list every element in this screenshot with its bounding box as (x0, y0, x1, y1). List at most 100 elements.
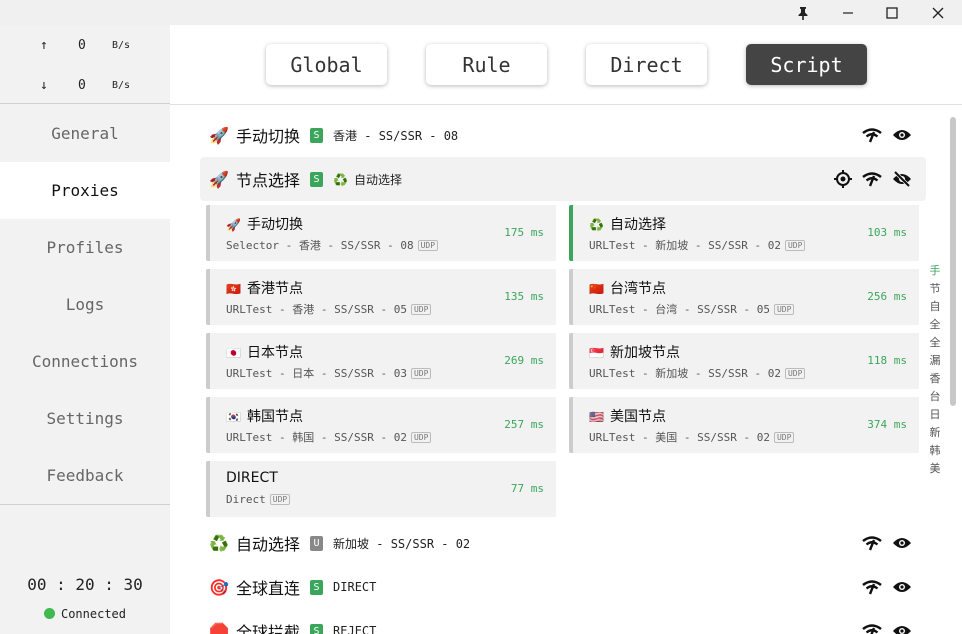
minimize-icon[interactable] (826, 0, 870, 25)
group-selected-text: DIRECT (333, 580, 377, 594)
proxy-name-text: 日本节点 (246, 345, 303, 361)
proxy-detail: URLTest - 韩国 - SS/SSR - 02 UDP (226, 429, 432, 445)
sidebar-item-general[interactable]: General (0, 105, 170, 162)
eye-icon[interactable] (892, 579, 912, 595)
proxy-delay[interactable]: 257 ms (504, 418, 544, 431)
proxy-delay[interactable]: 374 ms (867, 418, 907, 431)
group-index-letter[interactable]: 韩 (927, 442, 943, 460)
proxy-detail-text: URLTest - 新加坡 - SS/SSR - 02 (589, 239, 781, 252)
sidebar-item-settings[interactable]: Settings (0, 390, 170, 447)
proxy-flag-icon: 🇺🇸 (589, 410, 604, 424)
proxy-group[interactable]: 🎯 全球直连 S DIRECT (200, 565, 926, 609)
delay-test-icon[interactable] (862, 127, 882, 143)
delay-test-icon[interactable] (862, 171, 882, 187)
proxy-name: 🇰🇷 韩国节点 (226, 406, 303, 426)
proxy-detail: URLTest - 新加坡 - SS/SSR - 02 UDP (589, 237, 806, 253)
eye-icon[interactable] (892, 127, 912, 143)
proxy-delay[interactable]: 103 ms (867, 226, 907, 239)
proxy-card-body: DIRECT Direct UDP 77 ms (216, 461, 556, 517)
mode-bar: Global Rule Direct Script (170, 25, 962, 105)
scrollbar[interactable] (948, 117, 958, 634)
close-icon[interactable] (916, 0, 960, 25)
proxy-delay[interactable]: 175 ms (504, 226, 544, 239)
maximize-icon[interactable] (870, 0, 914, 25)
group-index[interactable]: 手节自全全漏香台日新韩美 (927, 262, 943, 478)
proxy-delay[interactable]: 77 ms (511, 482, 544, 495)
proxy-group[interactable]: ♻️ 自动选择 U 新加坡 - SS/SSR - 02 (200, 521, 926, 565)
proxy-delay[interactable]: 118 ms (867, 354, 907, 367)
selected-icon: ♻️ (333, 172, 348, 187)
group-index-letter[interactable]: 新 (927, 424, 943, 442)
sidebar-item-profiles[interactable]: Profiles (0, 219, 170, 276)
proxy-card[interactable]: DIRECT Direct UDP 77 ms (206, 461, 556, 517)
group-index-letter[interactable]: 漏 (927, 352, 943, 370)
group-type-badge: S (310, 623, 324, 634)
sidebar-item-connections[interactable]: Connections (0, 333, 170, 390)
group-index-letter[interactable]: 台 (927, 388, 943, 406)
delay-test-icon[interactable] (862, 579, 882, 595)
proxy-card[interactable]: ♻️ 自动选择 URLTest - 新加坡 - SS/SSR - 02 UDP 103 … (569, 205, 919, 261)
proxy-name-text: 新加坡节点 (609, 345, 680, 361)
sidebar-item-proxies[interactable]: Proxies (0, 162, 170, 219)
sidebar-item-feedback[interactable]: Feedback (0, 447, 170, 504)
proxy-group[interactable]: 🚀 节点选择 S ♻️ 自动选择 (200, 157, 926, 201)
proxy-detail-text: URLTest - 香港 - SS/SSR - 05 (226, 303, 407, 316)
group-index-letter[interactable]: 手 (927, 262, 943, 280)
title-bar (0, 0, 962, 25)
locate-icon[interactable] (834, 170, 852, 188)
eye-icon[interactable] (892, 623, 912, 634)
udp-badge: UDP (773, 432, 795, 443)
group-index-letter[interactable]: 香 (927, 370, 943, 388)
proxy-card[interactable]: 🇰🇷 韩国节点 URLTest - 韩国 - SS/SSR - 02 UDP 257 m… (206, 397, 556, 453)
sidebar-item-logs[interactable]: Logs (0, 276, 170, 333)
proxy-delay[interactable]: 269 ms (504, 354, 544, 367)
proxy-card[interactable]: 🇯🇵 日本节点 URLTest - 日本 - SS/SSR - 03 UDP 269 m… (206, 333, 556, 389)
group-index-letter[interactable]: 节 (927, 280, 943, 298)
group-index-letter[interactable]: 全 (927, 334, 943, 352)
proxy-card[interactable]: 🇺🇸 美国节点 URLTest - 美国 - SS/SSR - 02 UDP 374 m… (569, 397, 919, 453)
proxy-card-body: ♻️ 自动选择 URLTest - 新加坡 - SS/SSR - 02 UDP 103 … (579, 205, 919, 261)
group-index-letter[interactable]: 美 (927, 460, 943, 478)
delay-test-icon[interactable] (862, 535, 882, 551)
group-selected: ♻️ 自动选择 (333, 171, 402, 188)
udp-badge: UDP (410, 432, 432, 443)
proxy-flag-icon: 🇯🇵 (226, 346, 241, 360)
proxy-card[interactable]: 🇭🇰 香港节点 URLTest - 香港 - SS/SSR - 05 UDP 135 m… (206, 269, 556, 325)
proxy-card[interactable]: 🇨🇳 台湾节点 URLTest - 台湾 - SS/SSR - 05 UDP 256 m… (569, 269, 919, 325)
mode-global-button[interactable]: Global (266, 44, 387, 85)
scrollbar-thumb[interactable] (950, 117, 956, 406)
group-index-letter[interactable]: 日 (927, 406, 943, 424)
mode-direct-button[interactable]: Direct (586, 44, 707, 85)
proxy-card[interactable]: 🚀 手动切换 Selector - 香港 - SS/SSR - 08 UDP 175 m… (206, 205, 556, 261)
status-dot-icon (43, 608, 55, 619)
group-index-letter[interactable]: 全 (927, 316, 943, 334)
udp-badge: UDP (784, 240, 806, 251)
proxy-name: 🇨🇳 台湾节点 (589, 278, 666, 298)
proxy-delay[interactable]: 256 ms (867, 290, 907, 303)
pin-icon[interactable] (781, 0, 825, 25)
proxy-flag-icon: 🇸🇬 (589, 346, 604, 360)
group-index-letter[interactable]: 自 (927, 298, 943, 316)
proxy-group[interactable]: 🚀 手动切换 S 香港 - SS/SSR - 08 (200, 113, 926, 157)
group-icon: 🛑 (209, 621, 229, 634)
proxy-detail: URLTest - 香港 - SS/SSR - 05 UDP (226, 301, 432, 317)
proxy-detail-text: URLTest - 美国 - SS/SSR - 02 (589, 431, 770, 444)
proxy-list[interactable]: 🚀 手动切换 S 香港 - SS/SSR - 08 🚀 节点选择 S ♻️ 自动选择 ♻️ 自动选择… (170, 105, 962, 634)
proxy-delay[interactable]: 135 ms (504, 290, 544, 303)
proxy-flag-icon: ♻️ (589, 218, 604, 232)
delay-test-icon[interactable] (862, 623, 882, 634)
eye-off-icon[interactable] (892, 171, 912, 187)
proxy-group[interactable]: 🛑 全球拦截 S REJECT (200, 609, 926, 634)
connection-status: Connected (0, 607, 170, 621)
proxy-card[interactable]: 🇸🇬 新加坡节点 URLTest - 新加坡 - SS/SSR - 02 UDP 118… (569, 333, 919, 389)
mode-script-button[interactable]: Script (746, 44, 867, 85)
proxy-name-text: 韩国节点 (246, 409, 303, 425)
sidebar: ↑ 0 B/s ↓ 0 B/s General Proxies Profiles Lo… (0, 25, 170, 634)
proxy-detail-text: URLTest - 台湾 - SS/SSR - 05 (589, 303, 770, 316)
upload-speed: ↑ 0 B/s (0, 38, 170, 58)
mode-rule-button[interactable]: Rule (426, 44, 547, 85)
udp-badge: UDP (773, 304, 795, 315)
upload-unit: B/s (112, 40, 131, 51)
eye-icon[interactable] (892, 535, 912, 551)
status-text: Connected (60, 607, 127, 621)
